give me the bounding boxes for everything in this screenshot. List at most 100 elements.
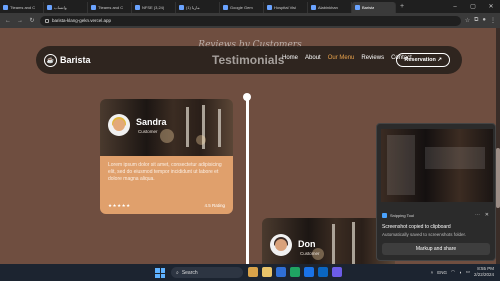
clock-date: 2/22/2024 [473, 272, 494, 277]
chevron-up-icon[interactable]: ˄ [431, 270, 434, 275]
battery-icon[interactable]: ▭ [466, 269, 470, 275]
logo-name: Barista [60, 55, 91, 65]
linkedin-icon[interactable] [318, 267, 328, 277]
chrome-icon[interactable] [262, 267, 272, 277]
browser-tab[interactable]: (1) ماريا [176, 2, 220, 13]
tab-label: Tteams and C [98, 5, 124, 10]
coffee-logo-icon: ☕ [44, 53, 57, 67]
nav-link[interactable]: Home [282, 55, 298, 61]
nav-link[interactable]: Reviews [361, 55, 384, 61]
snipping-tool-icon [382, 213, 387, 218]
notification-detail: Automatically saved to screenshots folde… [382, 232, 467, 237]
browser-tab[interactable]: Hospital Visi [264, 2, 308, 13]
tab-label: Tteams and C [10, 5, 36, 10]
tab-label: NFSE (3,24) [142, 5, 165, 10]
tab-favicon-icon [223, 5, 228, 10]
browser-tab[interactable]: Tteams and C [88, 2, 132, 13]
star-rating-icons: ★★★★★ [108, 203, 131, 208]
site-logo[interactable]: ☕ Barista [44, 53, 91, 67]
file-explorer-icon[interactable] [248, 267, 258, 277]
customer-name: Don [298, 239, 316, 249]
volume-icon[interactable]: ◖ [459, 270, 462, 275]
language-indicator[interactable]: ENG [437, 270, 447, 275]
tab-favicon-icon [135, 5, 140, 10]
reload-icon[interactable]: ↻ [28, 17, 36, 24]
windows-start-icon[interactable] [155, 268, 165, 278]
tab-favicon-icon [47, 5, 52, 10]
markup-and-share-button[interactable]: Markup and share [382, 243, 490, 255]
nav-link[interactable]: Our Menu [328, 55, 355, 61]
whatsapp-icon[interactable] [290, 267, 300, 277]
taskbar-search[interactable]: ⌕ Search [171, 267, 243, 278]
browser-tab[interactable]: Tteams and C [0, 2, 44, 13]
system-tray: ˄ ENG ◠ ◖ ▭ 8:55 PM 2/22/2024 [431, 266, 494, 278]
tab-favicon-icon [91, 5, 96, 10]
address-bar-row: ← → ↻ barista-klang-gekn.vercel.app ☆ ⧉ … [0, 13, 500, 28]
testimonial-card: Sandra Customer Lorem ipsum dolor sit am… [100, 99, 233, 214]
window-controls: – ▢ ✕ [446, 0, 500, 13]
timeline-line [246, 95, 249, 264]
minimize-icon[interactable]: – [446, 0, 464, 13]
customer-name: Sandra [136, 117, 167, 127]
reservation-button[interactable]: Reservation ↗ [396, 53, 450, 67]
snipping-tool-notification[interactable]: Snipping Tool ⋯ ✕ Screenshot copied to c… [376, 123, 496, 261]
screenshot-thumbnail[interactable] [381, 129, 493, 202]
tab-favicon-icon [311, 5, 316, 10]
browser-tab[interactable]: واتساب [44, 2, 88, 13]
close-icon[interactable]: ✕ [485, 212, 489, 218]
customer-role: Customer [138, 129, 158, 134]
profile-icon[interactable]: ● [482, 17, 486, 24]
notification-title: Screenshot copied to clipboard [382, 224, 451, 230]
notification-header: Snipping Tool [382, 213, 414, 218]
tab-favicon-icon [355, 5, 360, 10]
maximize-icon[interactable]: ▢ [464, 0, 482, 13]
search-icon: ⌕ [176, 269, 179, 276]
tab-favicon-icon [3, 5, 8, 10]
more-options-icon[interactable]: ⋯ [475, 212, 480, 218]
tab-label: Google Gem [230, 5, 253, 10]
tab-label: Hospital Visi [274, 5, 296, 10]
app-icon[interactable] [332, 267, 342, 277]
avatar [108, 114, 130, 136]
edge-icon[interactable] [276, 267, 286, 277]
back-icon[interactable]: ← [4, 18, 12, 24]
nav-menu: Home About Our Menu Reviews Contact [282, 55, 412, 61]
browser-tab[interactable]: Google Gem [220, 2, 264, 13]
url-text: barista-klang-gekn.vercel.app [52, 18, 112, 23]
close-icon[interactable]: ✕ [482, 0, 500, 13]
customer-role: Customer [300, 251, 320, 256]
section-title: Testimonials [212, 53, 285, 67]
extension-icons: ☆ ⧉ ● ⋮ [465, 17, 496, 24]
tab-favicon-icon [179, 5, 184, 10]
nav-link[interactable]: About [305, 55, 321, 61]
timeline-dot [243, 93, 251, 101]
page-scrollbar[interactable] [496, 28, 500, 264]
testimonial-text: Lorem ipsum dolor sit amet, consectetur … [108, 162, 222, 182]
avatar [270, 234, 292, 256]
clock[interactable]: 8:55 PM 2/22/2024 [474, 266, 494, 278]
star-icon[interactable]: ☆ [465, 17, 470, 24]
app-icon[interactable] [304, 267, 314, 277]
taskbar: ⌕ Search ˄ ENG ◠ ◖ ▭ 8:55 PM 2/22/2024 [0, 264, 500, 281]
browser-tab-bar: Tteams and C واتساب Tteams and C NFSE (3,24… [0, 0, 500, 13]
card-footer: ★★★★★ 4.5 Rating [108, 203, 225, 209]
browser-tab[interactable]: Alabinkhan [308, 2, 352, 13]
browser-tab[interactable]: Barista [352, 2, 396, 13]
tab-favicon-icon [267, 5, 272, 10]
scrollbar-thumb[interactable] [496, 148, 500, 208]
new-tab-button[interactable]: + [396, 3, 408, 10]
tab-label: (1) ماريا [186, 5, 200, 10]
card-cover-image: Sandra Customer [100, 99, 233, 156]
tab-label: Alabinkhan [318, 5, 338, 10]
browser-tab[interactable]: NFSE (3,24) [132, 2, 176, 13]
wifi-icon[interactable]: ◠ [451, 269, 455, 275]
pinned-apps [248, 267, 342, 277]
url-field[interactable]: barista-klang-gekn.vercel.app [40, 15, 461, 26]
forward-icon[interactable]: → [16, 18, 24, 24]
site-navbar: ☕ Barista Testimonials Home About Our Menu… [36, 46, 462, 74]
tab-label: واتساب [54, 5, 67, 10]
menu-icon[interactable]: ⋮ [490, 17, 496, 24]
search-placeholder: Search [181, 269, 198, 276]
extensions-icon[interactable]: ⧉ [474, 17, 478, 24]
rating-text: 4.5 Rating [204, 203, 225, 208]
